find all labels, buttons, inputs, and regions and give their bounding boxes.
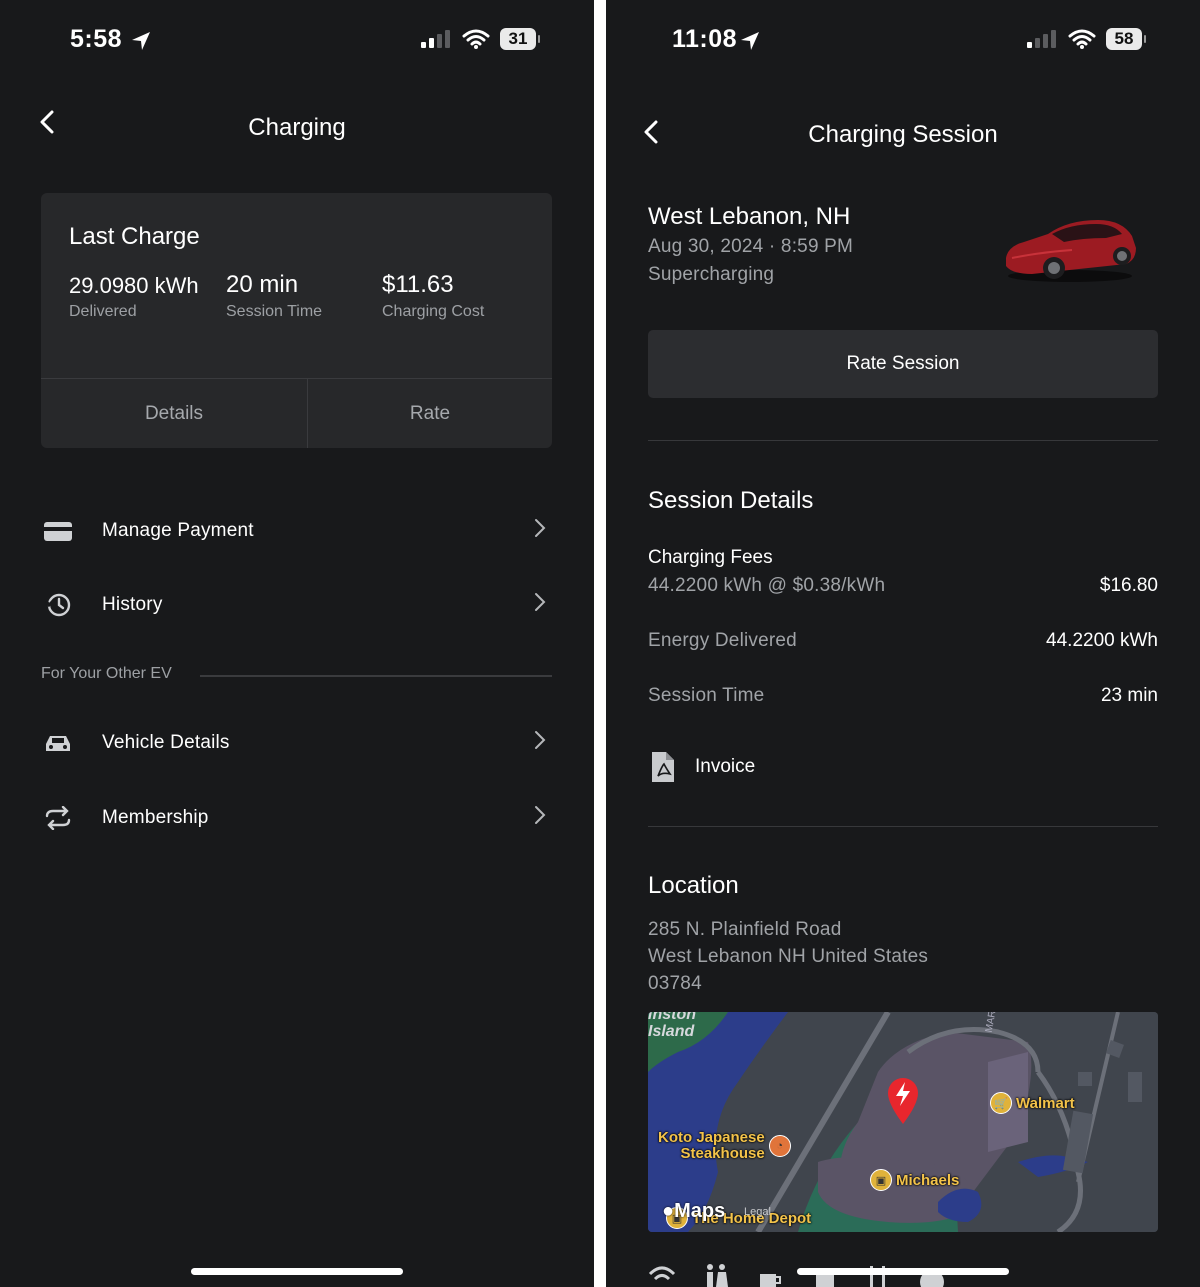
menu-item-history[interactable]: History	[41, 583, 552, 627]
chevron-right-icon	[534, 518, 546, 544]
last-charge-heading: Last Charge	[69, 223, 200, 250]
history-clock-icon	[41, 590, 75, 620]
map-poi-michaels[interactable]: ▣ Michaels	[870, 1169, 959, 1191]
maps-attribution: ●Maps	[662, 1200, 726, 1222]
car-image	[1006, 220, 1136, 282]
energy-delivered-label: Delivered	[69, 303, 137, 320]
status-icons: 31	[420, 28, 540, 50]
refresh-cycle-icon	[41, 803, 75, 833]
map-poi-walmart[interactable]: 🛒 Walmart	[990, 1092, 1075, 1114]
location-heading: Location	[648, 872, 739, 899]
chevron-right-icon	[534, 730, 546, 756]
shopping-bag-icon: ▣	[870, 1169, 892, 1191]
energy-delivered-label: Energy Delivered	[648, 630, 797, 651]
chevron-right-icon	[534, 805, 546, 831]
rate-session-button[interactable]: Rate Session	[648, 330, 1158, 398]
location-map[interactable]: inston Island MAR 🛒 Walmart Koto Japanes…	[648, 1012, 1158, 1232]
map-island-label: inston Island	[648, 1012, 696, 1040]
session-datetime: Aug 30, 2024 · 8:59 PM	[648, 236, 854, 257]
car-icon	[41, 728, 75, 758]
menu-label-manage-payment: Manage Payment	[102, 520, 254, 541]
location-name: West Lebanon, NH	[648, 203, 851, 230]
details-button[interactable]: Details	[41, 379, 307, 448]
session-time-label: Session Time	[226, 303, 323, 320]
address-line-3: 03784	[648, 973, 702, 994]
session-details-heading: Session Details	[648, 487, 814, 514]
last-charge-card: Last Charge 29.0980 kWh Delivered 20 min…	[41, 193, 552, 448]
cellular-signal-icon	[421, 30, 450, 48]
location-arrow-icon	[741, 32, 759, 50]
apple-logo-icon: ●	[662, 1200, 675, 1222]
invoice-link[interactable]: Invoice	[648, 750, 755, 784]
wifi-icon	[462, 29, 490, 49]
shopping-cart-icon: 🛒	[990, 1092, 1012, 1114]
charging-cost-label: Charging Cost	[382, 303, 485, 320]
page-title: Charging Session	[808, 121, 998, 148]
home-indicator[interactable]	[797, 1268, 1009, 1275]
map-poi-koto[interactable]: Koto Japanese Steakhouse ◔	[658, 1130, 791, 1162]
menu-item-membership[interactable]: Membership	[41, 796, 552, 840]
status-time: 11:08	[672, 25, 738, 53]
divider	[648, 440, 1158, 441]
map-legal-link[interactable]: Legal	[744, 1206, 771, 1218]
charge-type: Supercharging	[648, 264, 775, 285]
energy-delivered-value: 44.2200 kWh	[1046, 630, 1158, 651]
location-arrow-icon	[132, 32, 150, 50]
menu-label-membership: Membership	[102, 807, 209, 828]
address-line-1: 285 N. Plainfield Road	[648, 919, 842, 940]
charging-fees-detail: 44.2200 kWh @ $0.38/kWh	[648, 575, 886, 596]
wifi-icon	[1068, 29, 1096, 49]
battery-indicator: 58	[1106, 28, 1146, 50]
page-title: Charging	[248, 114, 346, 141]
menu-item-manage-payment[interactable]: Manage Payment	[41, 509, 552, 553]
cafe-icon	[760, 1274, 781, 1287]
menu-label-history: History	[102, 594, 163, 615]
rate-button[interactable]: Rate	[308, 379, 552, 448]
menu-label-vehicle-details: Vehicle Details	[102, 732, 230, 753]
divider	[648, 826, 1158, 827]
credit-card-icon	[41, 516, 75, 546]
supercharger-pin-icon[interactable]	[884, 1074, 922, 1126]
menu-item-vehicle-details[interactable]: Vehicle Details	[41, 721, 552, 765]
section-label-other-ev: For Your Other EV	[41, 665, 172, 682]
session-time-value: 20 min	[226, 271, 299, 298]
address-line-2: West Lebanon NH United States	[648, 946, 929, 967]
invoice-label: Invoice	[695, 756, 756, 777]
charging-fees-value: $16.80	[1099, 575, 1158, 596]
battery-indicator: 31	[500, 28, 540, 50]
section-divider	[200, 675, 552, 677]
status-icons: 58	[1026, 28, 1146, 50]
restroom-icon	[707, 1264, 728, 1287]
session-time-value: 23 min	[1100, 685, 1158, 706]
home-indicator[interactable]	[191, 1268, 403, 1275]
right-screen: 11:08 58 Charging Session West Lebanon, …	[606, 0, 1200, 1287]
chevron-right-icon	[534, 592, 546, 618]
session-time-label: Session Time	[648, 685, 765, 706]
left-screen: 5:58 31 Charging Last Charge 29.0980 kWh…	[0, 0, 594, 1287]
status-time: 5:58	[70, 25, 123, 53]
pdf-document-icon	[652, 752, 674, 782]
charging-fees-label: Charging Fees	[648, 547, 773, 568]
restaurant-icon: ◔	[768, 1135, 791, 1157]
wifi-amenity-icon	[648, 1266, 676, 1281]
charging-cost-value: $11.63	[382, 271, 454, 298]
energy-delivered-value: 29.0980 kWh	[69, 273, 199, 298]
cellular-signal-icon	[1027, 30, 1056, 48]
